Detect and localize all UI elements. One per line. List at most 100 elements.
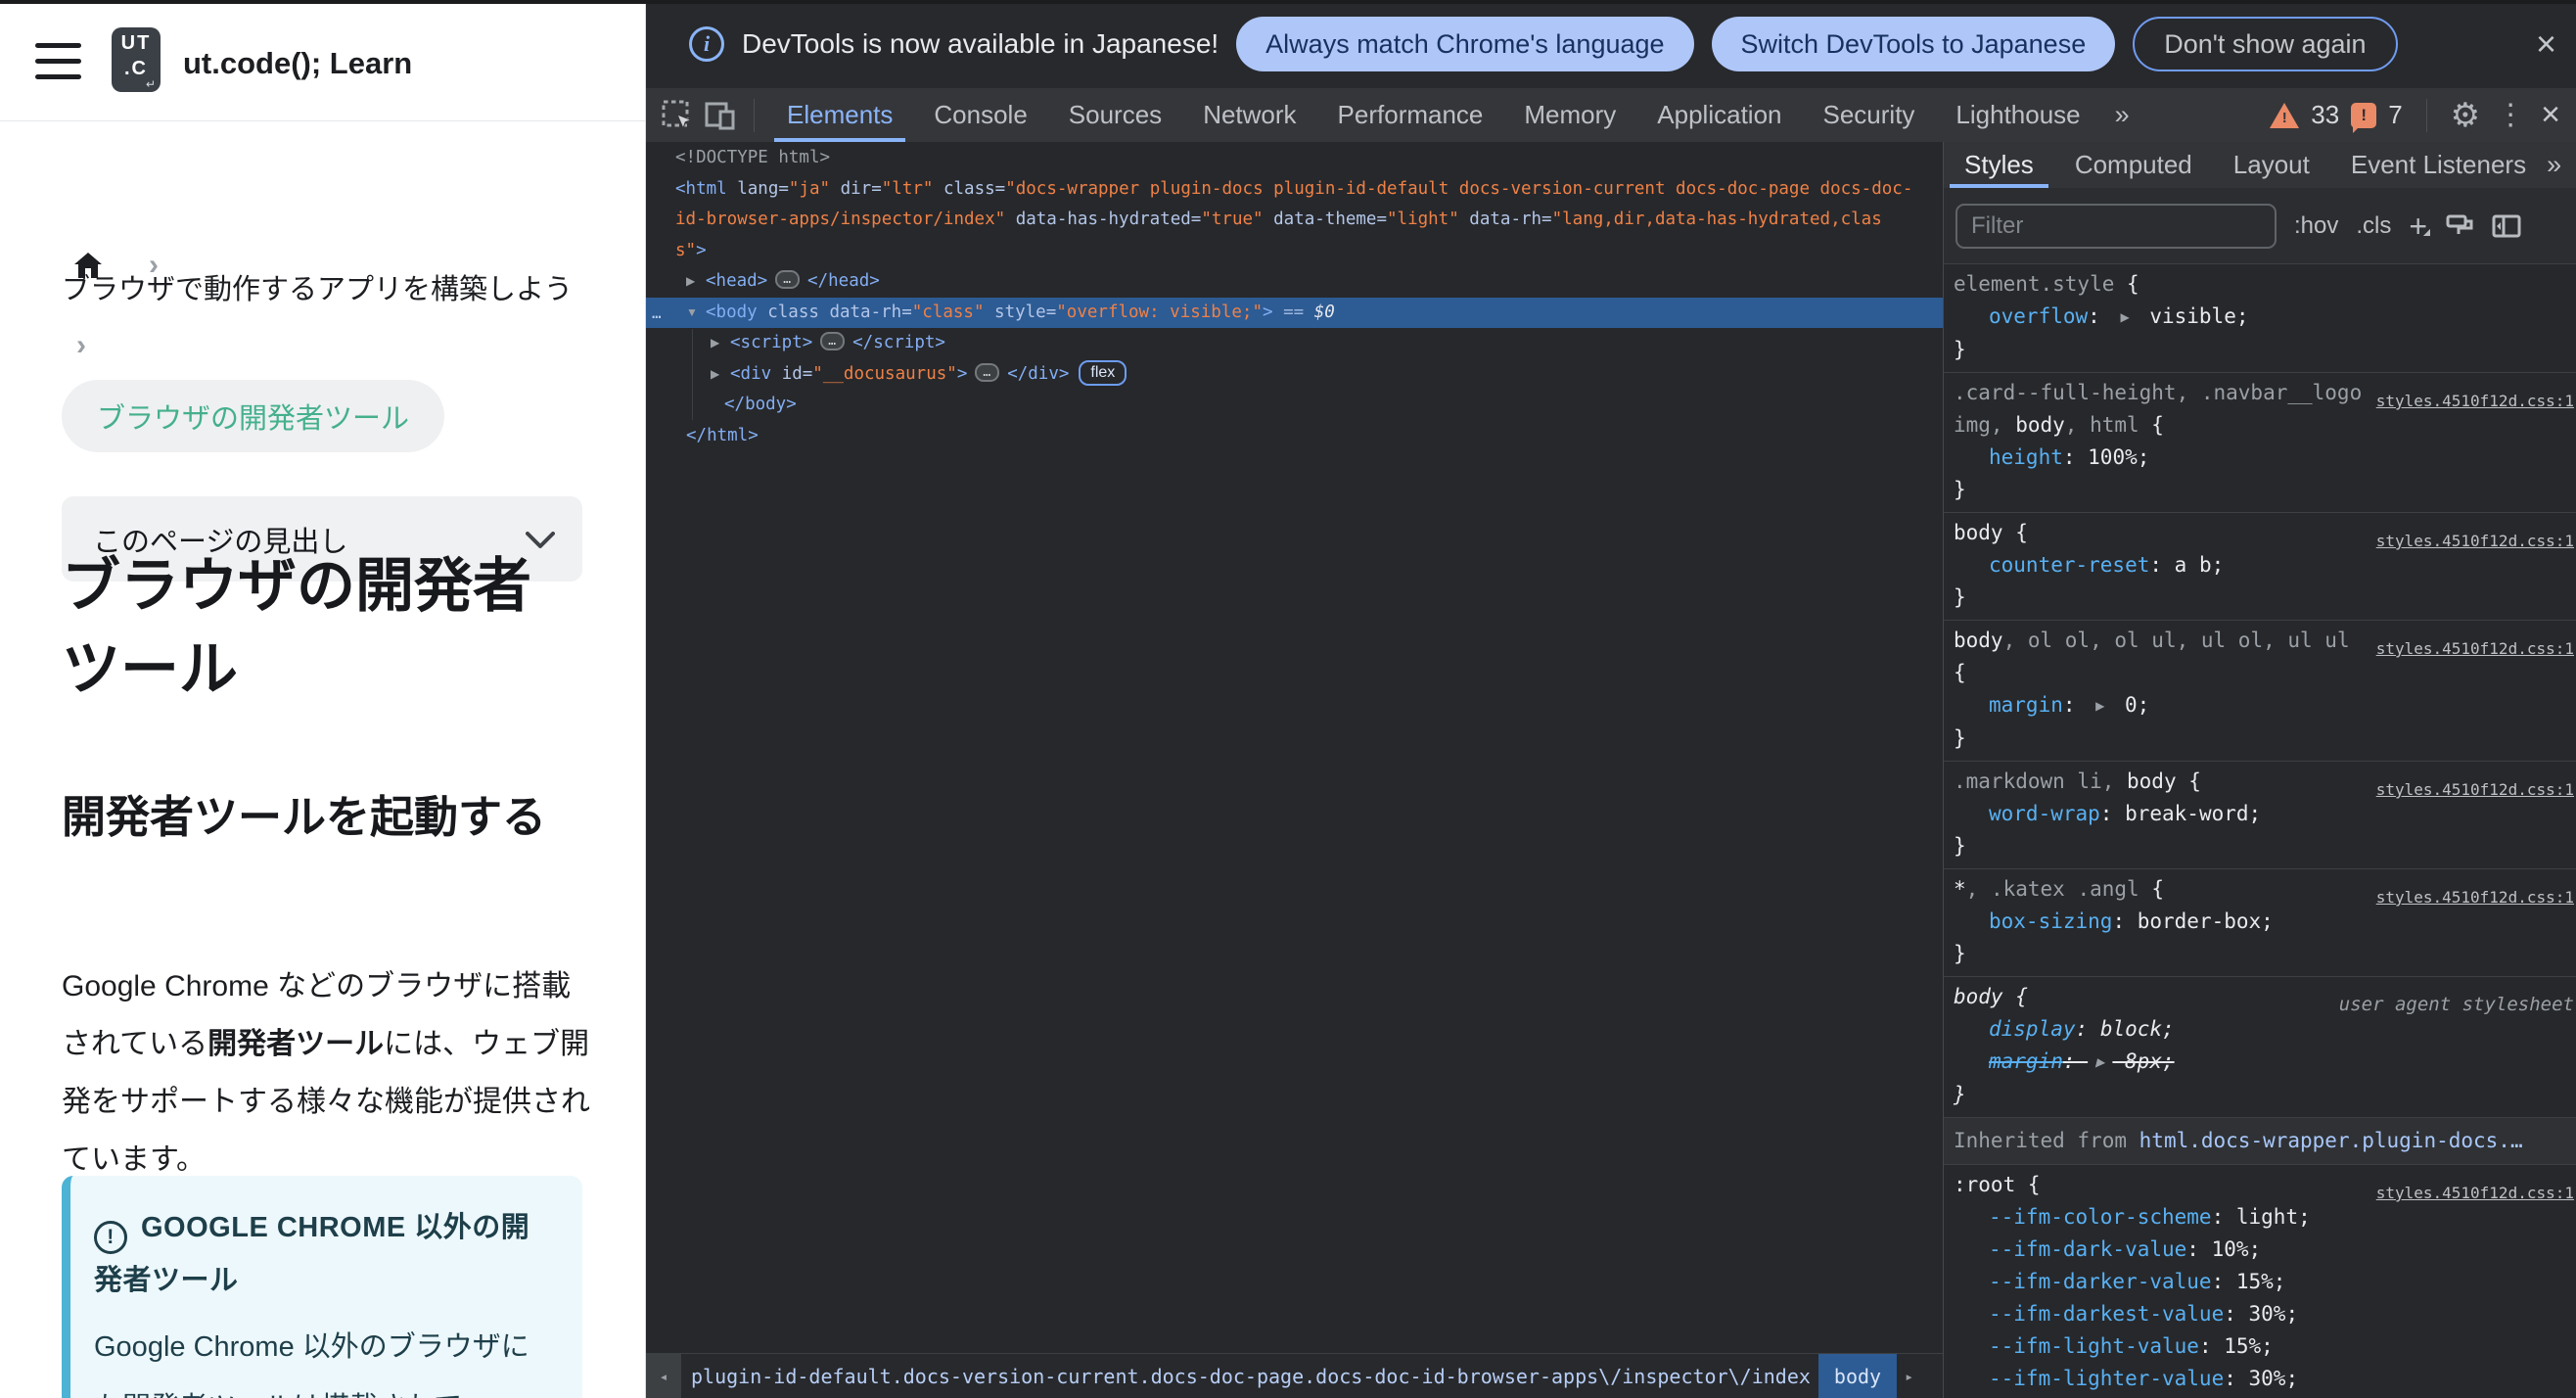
tab-application[interactable]: Application <box>1636 88 1802 142</box>
devtools-toolbar: Elements Console Sources Network Performance… <box>646 88 2576 142</box>
css-rule[interactable]: user agent stylesheet body {display: bloc… <box>1944 977 2576 1118</box>
node-options-icon[interactable]: … <box>652 298 664 329</box>
breadcrumb-path[interactable]: plugin-id-default.docs-version-current.d… <box>691 1365 1811 1388</box>
css-declaration[interactable]: height: 100%; <box>1954 442 2576 474</box>
dont-show-again-button[interactable]: Don't show again <box>2133 17 2398 71</box>
settings-gear-icon[interactable]: ⚙ <box>2451 96 2480 135</box>
styles-filter-input[interactable] <box>1955 203 2277 249</box>
inherited-node-link[interactable]: html.docs-wrapper.plugin-docs.… <box>2139 1129 2523 1152</box>
dom-node[interactable]: </body> <box>646 390 1943 421</box>
tab-network[interactable]: Network <box>1182 88 1316 142</box>
css-rule[interactable]: styles.4510f12d.css:1:root {--ifm-color-… <box>1944 1165 2576 1398</box>
breadcrumb-selected-node[interactable]: body <box>1817 1354 1898 1398</box>
css-declaration[interactable]: --ifm-dark-value: 10%; <box>1954 1234 2576 1266</box>
toggle-hover-state-button[interactable]: :hov <box>2294 212 2338 240</box>
expand-node-icon[interactable]: … <box>775 270 801 289</box>
warning-icon[interactable]: ! <box>2270 102 2300 128</box>
rule-close-brace: } <box>1954 338 1966 361</box>
device-toolbar-icon[interactable] <box>699 94 742 137</box>
match-language-button[interactable]: Always match Chrome's language <box>1236 17 1694 71</box>
css-rule[interactable]: styles.4510f12d.css:1 body {counter-reset… <box>1944 513 2576 621</box>
flex-badge[interactable]: flex <box>1079 359 1127 386</box>
dom-node[interactable]: ▶ <head>… </head> <box>646 266 1943 298</box>
css-rule[interactable]: element.style {overflow: ▶ visible;} <box>1944 264 2576 373</box>
warning-count[interactable]: 33 <box>2311 100 2339 130</box>
inspect-element-icon[interactable] <box>656 94 699 137</box>
dom-node-selected[interactable]: … ▼ <body class data-rh="class" style="ove… <box>646 297 1943 329</box>
new-style-rule-button[interactable]: + <box>2409 210 2427 242</box>
expand-value-icon[interactable]: ▶ <box>2095 699 2104 713</box>
css-declaration[interactable]: overflow: ▶ visible; <box>1954 301 2576 334</box>
body-paragraph: Google Chrome などのブラウザに搭載されている開発者ツールには、ウェ… <box>62 970 590 1176</box>
css-rule[interactable]: styles.4510f12d.css:1 body, ol ol, ol ul,… <box>1944 621 2576 762</box>
css-declaration[interactable]: margin: ▶ 0; <box>1954 689 2576 722</box>
stylesheet-link[interactable]: styles.4510f12d.css:1 <box>2376 773 2574 806</box>
error-count[interactable]: 7 <box>2388 100 2402 130</box>
twisty-icon[interactable]: ▶ <box>711 328 730 359</box>
twisty-icon[interactable]: ▼ <box>686 298 706 329</box>
stylesheet-link[interactable]: styles.4510f12d.css:1 <box>2376 632 2574 665</box>
css-rules-list: element.style {overflow: ▶ visible;} styl… <box>1944 264 2576 1398</box>
css-declaration[interactable]: --ifm-lighter-value: 30%; <box>1954 1363 2576 1395</box>
stylesheet-link[interactable]: styles.4510f12d.css:1 <box>2376 1177 2574 1209</box>
expand-value-icon[interactable]: ▶ <box>2120 310 2129 324</box>
toggle-class-button[interactable]: .cls <box>2356 212 2391 240</box>
dom-node[interactable]: id-browser-apps/inspector/index" data-ha… <box>646 205 1943 236</box>
alert-icon: ! <box>94 1221 127 1254</box>
devtools-panel: i DevTools is now available in Japanese!… <box>646 0 2576 1398</box>
elements-breadcrumb-bar: ◂ plugin-id-default.docs-version-current… <box>646 1353 1943 1398</box>
css-rule[interactable]: styles.4510f12d.css:1 *, .katex .angl {bo… <box>1944 869 2576 977</box>
sidebar-tab-event-listeners[interactable]: Event Listeners <box>2330 142 2547 188</box>
notification-close-icon[interactable]: × <box>2536 23 2556 65</box>
sidebar-tab-computed[interactable]: Computed <box>2054 142 2213 188</box>
dom-node[interactable]: <html lang="ja" dir="ltr" class="docs-wr… <box>646 174 1943 206</box>
window-edge <box>0 0 2576 4</box>
dom-node[interactable]: </html> <box>646 421 1943 452</box>
twisty-icon[interactable]: ▶ <box>711 359 730 391</box>
breadcrumb-scroll-right-icon[interactable]: ▸ <box>1905 1368 1913 1385</box>
twisty-icon[interactable]: ▶ <box>686 266 706 298</box>
tab-performance[interactable]: Performance <box>1317 88 1504 142</box>
web-page: UT .C ↵ ut.code(); Learn › ブラウザで動作するアプリを… <box>0 0 646 1398</box>
tab-lighthouse[interactable]: Lighthouse <box>1935 88 2100 142</box>
css-declaration[interactable]: margin: ▶ 8px; <box>1954 1046 2576 1079</box>
dom-node[interactable]: <!DOCTYPE html> <box>646 143 1943 174</box>
switch-japanese-button[interactable]: Switch DevTools to Japanese <box>1711 17 2116 71</box>
breadcrumb-parent[interactable]: ブラウザで動作するアプリを構築しよう <box>62 266 573 307</box>
site-title[interactable]: ut.code(); Learn <box>183 46 412 81</box>
css-declaration[interactable]: --ifm-light-value: 15%; <box>1954 1330 2576 1363</box>
stylesheet-link[interactable]: styles.4510f12d.css:1 <box>2376 881 2574 913</box>
stylesheet-link[interactable]: styles.4510f12d.css:1 <box>2376 525 2574 557</box>
sidebar-tab-layout[interactable]: Layout <box>2213 142 2330 188</box>
css-declaration[interactable]: --ifm-darkest-value: 30%; <box>1954 1298 2576 1330</box>
devtools-close-icon[interactable]: × <box>2541 96 2560 134</box>
menu-icon[interactable] <box>35 43 81 80</box>
css-rule[interactable]: styles.4510f12d.css:1 .card--full-height,… <box>1944 373 2576 513</box>
tab-console[interactable]: Console <box>913 88 1047 142</box>
screen: UT .C ↵ ut.code(); Learn › ブラウザで動作するアプリを… <box>0 0 2576 1398</box>
error-icon[interactable]: ! <box>2351 102 2377 133</box>
expand-node-icon[interactable]: … <box>975 362 1000 382</box>
dom-node[interactable]: ▶ <div id="__docusaurus">… </div> flex <box>646 359 1943 391</box>
stylesheet-link[interactable]: styles.4510f12d.css:1 <box>2376 385 2574 417</box>
sidebar-tab-styles[interactable]: Styles <box>1944 142 2054 188</box>
tab-sources[interactable]: Sources <box>1048 88 1182 142</box>
expand-value-icon[interactable]: ▶ <box>2095 1055 2104 1069</box>
tab-elements[interactable]: Elements <box>766 88 913 142</box>
dom-node[interactable]: ▶ <script>… </script> <box>646 328 1943 359</box>
expand-node-icon[interactable]: … <box>820 332 846 350</box>
dom-node[interactable]: s"> <box>646 236 1943 267</box>
rule-close-brace: } <box>1954 942 1966 965</box>
kebab-menu-icon[interactable]: ⋮ <box>2492 98 2529 132</box>
more-tabs-icon[interactable]: » <box>2101 100 2143 130</box>
site-logo[interactable]: UT .C ↵ <box>112 27 161 92</box>
breadcrumb-scroll-left-button[interactable]: ◂ <box>646 1354 681 1398</box>
tab-memory[interactable]: Memory <box>1503 88 1636 142</box>
dock-sidebar-icon[interactable] <box>2492 214 2521 238</box>
styles-sidebar: StylesComputedLayoutEvent Listeners » :h… <box>1943 142 2576 1398</box>
css-rule[interactable]: styles.4510f12d.css:1 .markdown li, body … <box>1944 762 2576 869</box>
sidebar-more-tabs-icon[interactable]: » <box>2547 150 2576 180</box>
css-declaration[interactable]: --ifm-darker-value: 15%; <box>1954 1266 2576 1298</box>
tab-security[interactable]: Security <box>1803 88 1936 142</box>
rendering-emulation-icon[interactable] <box>2445 213 2474 239</box>
